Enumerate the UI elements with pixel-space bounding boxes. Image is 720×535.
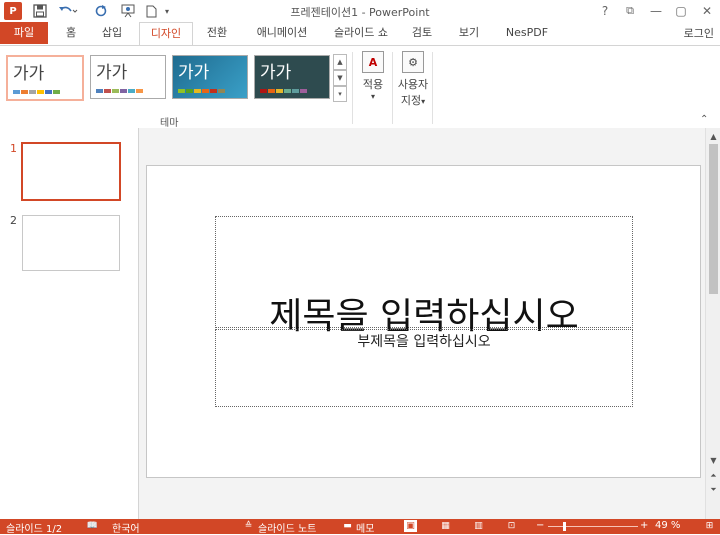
next-slide-icon[interactable]: ⏷ <box>708 484 719 496</box>
theme-preview-text: 가가 <box>178 63 210 83</box>
ribbon-separator <box>392 52 393 124</box>
tab-review[interactable]: 검토 <box>404 22 440 44</box>
title-placeholder[interactable]: 제목을 입력하십시오 <box>215 216 633 337</box>
help-icon[interactable]: ? <box>594 2 616 20</box>
customize-label-text: 지정 <box>400 94 422 107</box>
normal-view-icon[interactable]: ▣ <box>404 520 417 532</box>
apply-button[interactable]: A 적용 ▾ <box>356 51 390 101</box>
scroll-down-icon[interactable]: ▼ <box>708 454 719 466</box>
slide-thumbnail-1[interactable] <box>21 142 121 201</box>
tab-transitions[interactable]: 전환 <box>198 22 236 44</box>
theme-facet[interactable]: 가가 <box>172 55 248 99</box>
customize-label-line1: 사용자 <box>397 78 429 91</box>
slide-number: 1 <box>10 142 17 155</box>
fit-slide-icon[interactable]: ⊞ <box>703 520 716 532</box>
reading-view-icon[interactable]: ▥ <box>472 520 485 532</box>
theme-color-swatches <box>178 89 225 93</box>
ribbon-design: 가가 가가 가가 가가 ▲ ▼ ▾ A 적용 ▾ ⚙ 사용자 지정▾ 테마 ⌃ <box>0 45 720 129</box>
previous-slide-icon[interactable]: ⏶ <box>708 470 719 482</box>
zoom-level[interactable]: 49 % <box>655 520 680 531</box>
slide-sorter-icon[interactable]: ▦ <box>439 520 452 532</box>
tab-animations[interactable]: 애니메이션 <box>246 22 318 44</box>
slide-counter: 슬라이드 1/2 <box>6 524 63 535</box>
apply-label: 적용 <box>362 78 384 91</box>
gallery-more-button[interactable]: ▾ <box>333 86 347 102</box>
customize-button[interactable]: ⚙ 사용자 지정▾ <box>394 51 432 108</box>
language-indicator[interactable]: 한국어 <box>112 520 140 535</box>
scroll-up-icon[interactable]: ▲ <box>708 130 719 142</box>
theme-color-swatches <box>96 89 143 93</box>
tab-design[interactable]: 디자인 <box>139 22 193 46</box>
notes-button[interactable]: 슬라이드 노트 <box>258 520 316 535</box>
tab-insert[interactable]: 삽입 <box>94 22 130 44</box>
theme-office[interactable]: 가가 <box>6 55 84 101</box>
login-link[interactable]: 로그인 <box>684 25 714 41</box>
comments-button[interactable]: 메모 <box>356 520 374 535</box>
collapse-ribbon-icon[interactable]: ⌃ <box>700 114 708 125</box>
scrollbar-thumb[interactable] <box>709 144 718 294</box>
current-slide: 제목을 입력하십시오 부제목을 입력하십시오 <box>146 165 701 478</box>
customize-icon: ⚙ <box>402 51 424 73</box>
subtitle-placeholder-text: 부제목을 입력하십시오 <box>357 334 491 350</box>
ribbon-display-options-icon[interactable]: ⧉ <box>619 2 641 20</box>
status-bar: 슬라이드 1/2 📖 한국어 ≙ 슬라이드 노트 ▬ 메모 ▣ ▦ ▥ ⊡ − … <box>0 519 720 535</box>
gallery-scroll-down-button[interactable]: ▼ <box>333 70 347 86</box>
zoom-in-button[interactable]: + <box>640 520 648 531</box>
zoom-out-button[interactable]: − <box>536 520 544 531</box>
zoom-slider-thumb[interactable] <box>563 522 566 531</box>
slide-number: 2 <box>10 214 17 227</box>
vertical-scrollbar[interactable]: ▲ ▼ ⏶ ⏷ <box>705 128 720 519</box>
comments-icon: ▬ <box>343 521 352 531</box>
theme-office-2[interactable]: 가가 <box>90 55 166 99</box>
tab-view[interactable]: 보기 <box>451 22 487 44</box>
theme-color-swatches <box>13 90 60 94</box>
chevron-down-icon: ▾ <box>370 92 375 101</box>
subtitle-placeholder[interactable]: 부제목을 입력하십시오 <box>215 329 633 407</box>
slideshow-view-icon[interactable]: ⊡ <box>505 520 518 532</box>
tab-slide-show[interactable]: 슬라이드 쇼 <box>326 22 396 44</box>
theme-preview-text: 가가 <box>96 63 128 83</box>
theme-color-swatches <box>260 89 307 93</box>
tab-home[interactable]: 홈 <box>56 22 86 44</box>
restore-icon[interactable]: ▢ <box>670 2 692 20</box>
theme-preview-text: 가가 <box>260 63 292 83</box>
ribbon-tab-bar: 파일 홈 삽입 디자인 전환 애니메이션 슬라이드 쇼 검토 보기 NesPDF… <box>0 22 720 46</box>
title-bar: P ▾ 프레젠테이션1 - PowerPoint ? ⧉ — ▢ ✕ <box>0 0 720 22</box>
gallery-scroll-up-button[interactable]: ▲ <box>333 54 347 70</box>
close-icon[interactable]: ✕ <box>696 2 718 20</box>
theme-preview-text: 가가 <box>13 64 45 84</box>
tab-file[interactable]: 파일 <box>0 22 48 44</box>
tab-nespdf[interactable]: NesPDF <box>500 22 554 44</box>
theme-group-label: 테마 <box>160 118 179 129</box>
notes-icon: ≙ <box>244 521 253 531</box>
ribbon-separator <box>352 52 353 124</box>
apply-theme-icon: A <box>362 51 384 73</box>
ribbon-separator <box>432 52 433 124</box>
slide-thumbnail-2[interactable] <box>22 215 120 271</box>
customize-label-line2: 지정▾ <box>394 92 432 108</box>
chevron-down-icon: ▾ <box>421 97 426 106</box>
spell-check-icon[interactable]: 📖 <box>86 520 99 532</box>
minimize-icon[interactable]: — <box>645 2 667 20</box>
zoom-slider[interactable] <box>548 526 638 527</box>
theme-ion[interactable]: 가가 <box>254 55 330 99</box>
slide-thumbnails-pane: 1 2 <box>0 128 139 519</box>
